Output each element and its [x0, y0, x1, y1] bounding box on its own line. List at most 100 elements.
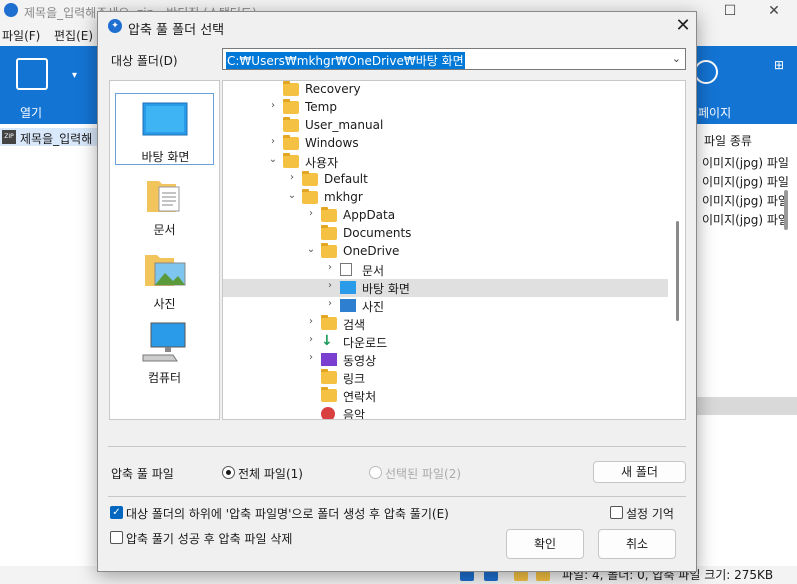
tree-scrollbar[interactable]	[676, 221, 679, 321]
tree-item[interactable]: 링크	[223, 369, 668, 387]
selected-files-radio[interactable]	[369, 466, 382, 479]
globe-icon[interactable]	[694, 60, 718, 84]
divider	[108, 446, 686, 447]
file-type-cell: 이미지(jpg) 파일	[702, 194, 789, 208]
folder-icon	[321, 225, 337, 240]
archive-tree-item[interactable]: ZIP 제목을_입력해	[0, 128, 100, 146]
chevron-down-icon[interactable]: ⌄	[286, 190, 298, 201]
chevron-down-icon[interactable]: ⌄	[672, 52, 681, 65]
folder-icon	[321, 369, 337, 384]
extract-folder-dialog: ✦ 압축 풀 폴더 선택 ✕ 대상 폴더(D) C:₩Users₩mkhgr₩O…	[97, 11, 697, 572]
menu-file[interactable]: 파일(F)	[2, 27, 40, 44]
target-path-text[interactable]: C:₩Users₩mkhgr₩OneDrive₩바탕 화면	[226, 52, 465, 69]
all-files-label[interactable]: 전체 파일(1)	[238, 465, 303, 482]
chevron-right-icon[interactable]: ›	[305, 352, 317, 363]
tree-item[interactable]: ⌄ OneDrive	[223, 243, 668, 261]
ok-button[interactable]: 확인	[506, 529, 584, 559]
folder-icon	[321, 207, 337, 222]
new-folder-button[interactable]: 새 폴더	[593, 461, 686, 483]
bandizip-logo-icon	[4, 3, 18, 17]
chevron-down-icon[interactable]: ⌄	[267, 154, 279, 165]
chevron-right-icon[interactable]: ›	[267, 100, 279, 111]
folder-icon	[283, 117, 299, 132]
dialog-title: 압축 풀 폴더 선택	[128, 23, 225, 38]
tree-item[interactable]: › 사진	[223, 297, 668, 315]
remember-settings-checkbox[interactable]	[610, 506, 623, 519]
chevron-right-icon[interactable]: ›	[305, 316, 317, 327]
music-icon	[321, 407, 335, 419]
ribbon-page-label[interactable]: 페이지	[698, 104, 731, 121]
extract-files-label: 압축 풀 파일	[111, 467, 174, 481]
cancel-button[interactable]: 취소	[598, 529, 676, 559]
picture-icon	[340, 299, 356, 312]
chevron-down-icon[interactable]: ▾	[72, 70, 77, 81]
tree-item[interactable]: › ↓ 다운로드	[223, 333, 668, 351]
tree-item[interactable]: › AppData	[223, 207, 668, 225]
tree-item[interactable]: ⌄ mkhgr	[223, 189, 668, 207]
tree-item-label: Windows	[305, 136, 359, 150]
tree-item-label: 연락처	[343, 390, 377, 404]
close-icon[interactable]: ✕	[672, 15, 694, 37]
tree-item[interactable]: › 바탕 화면	[223, 279, 668, 297]
tree-item[interactable]: › Default	[223, 171, 668, 189]
selected-files-label[interactable]: 선택된 파일(2)	[385, 465, 461, 482]
place-documents[interactable]: 문서	[115, 167, 214, 239]
desktop-icon	[340, 281, 356, 294]
tree-item-label: 음악	[343, 408, 366, 420]
chevron-right-icon[interactable]: ›	[324, 262, 336, 273]
grid-view-icon[interactable]: ⊞	[774, 58, 784, 72]
file-type-cell: 이미지(jpg) 파일	[702, 175, 789, 189]
create-subfolder-checkbox[interactable]: ✓	[110, 506, 123, 519]
folder-tree: Recovery › Temp User_manual › Windows ⌄ 사용자 › Def…	[222, 80, 686, 420]
place-pictures[interactable]: 사진	[115, 241, 214, 313]
file-list-scrollbar[interactable]	[784, 190, 788, 230]
tree-item[interactable]: 연락처	[223, 387, 668, 405]
tree-item[interactable]: 음악	[223, 405, 668, 420]
create-subfolder-label[interactable]: 대상 폴더의 하위에 '압축 파일명'으로 폴더 생성 후 압축 풀기(E)	[126, 505, 449, 522]
tree-item[interactable]: › Windows	[223, 135, 668, 153]
tree-item[interactable]: Documents	[223, 225, 668, 243]
desktop-icon	[142, 102, 188, 136]
menu-edit[interactable]: 편집(E)	[54, 27, 93, 44]
folder-icon	[283, 135, 299, 150]
place-label: 문서	[153, 223, 176, 237]
delete-archive-checkbox[interactable]	[110, 531, 123, 544]
chevron-right-icon[interactable]: ›	[305, 208, 317, 219]
tree-item-label: 문서	[362, 264, 385, 278]
target-path-combobox[interactable]: C:₩Users₩mkhgr₩OneDrive₩바탕 화면 ⌄	[222, 48, 686, 70]
open-archive-icon[interactable]	[16, 58, 48, 90]
open-button-label[interactable]: 열기	[20, 104, 42, 121]
tree-item[interactable]: › 동영상	[223, 351, 668, 369]
tree-item-label: 링크	[343, 372, 366, 386]
all-files-radio[interactable]	[222, 466, 235, 479]
place-computer[interactable]: 컴퓨터	[115, 315, 214, 387]
chevron-right-icon[interactable]: ›	[324, 280, 336, 291]
column-header-file-type[interactable]: 파일 종류	[704, 132, 752, 149]
tree-item[interactable]: › 문서	[223, 261, 668, 279]
tree-item-label: OneDrive	[343, 244, 400, 258]
tree-item[interactable]: › Temp	[223, 99, 668, 117]
maximize-icon[interactable]: ☐	[708, 0, 752, 22]
tree-item-label: AppData	[343, 208, 396, 222]
chevron-right-icon[interactable]: ›	[286, 172, 298, 183]
chevron-right-icon[interactable]: ›	[324, 298, 336, 309]
delete-archive-label[interactable]: 압축 풀기 성공 후 압축 파일 삭제	[126, 530, 292, 547]
tree-item[interactable]: Recovery	[223, 81, 668, 99]
close-icon[interactable]: ✕	[752, 0, 796, 22]
chevron-right-icon[interactable]: ›	[305, 334, 317, 345]
remember-settings-label[interactable]: 설정 기억	[626, 505, 674, 522]
place-desktop[interactable]: 바탕 화면	[115, 93, 214, 165]
tree-item[interactable]: › 검색	[223, 315, 668, 333]
folder-icon	[283, 153, 299, 168]
tree-item[interactable]: User_manual	[223, 117, 668, 135]
chevron-down-icon[interactable]: ⌄	[305, 244, 317, 255]
tree-item-label: Documents	[343, 226, 412, 240]
chevron-right-icon[interactable]: ›	[267, 136, 279, 147]
file-type-cell: 이미지(jpg) 파일	[702, 213, 789, 227]
tree-item-label: User_manual	[305, 118, 384, 132]
download-icon: ↓	[321, 333, 333, 349]
bandizip-logo-icon: ✦	[108, 19, 122, 33]
file-type-cell: 이미지(jpg) 파일	[702, 156, 789, 170]
tree-item[interactable]: ⌄ 사용자	[223, 153, 668, 171]
documents-folder-icon	[147, 181, 180, 212]
